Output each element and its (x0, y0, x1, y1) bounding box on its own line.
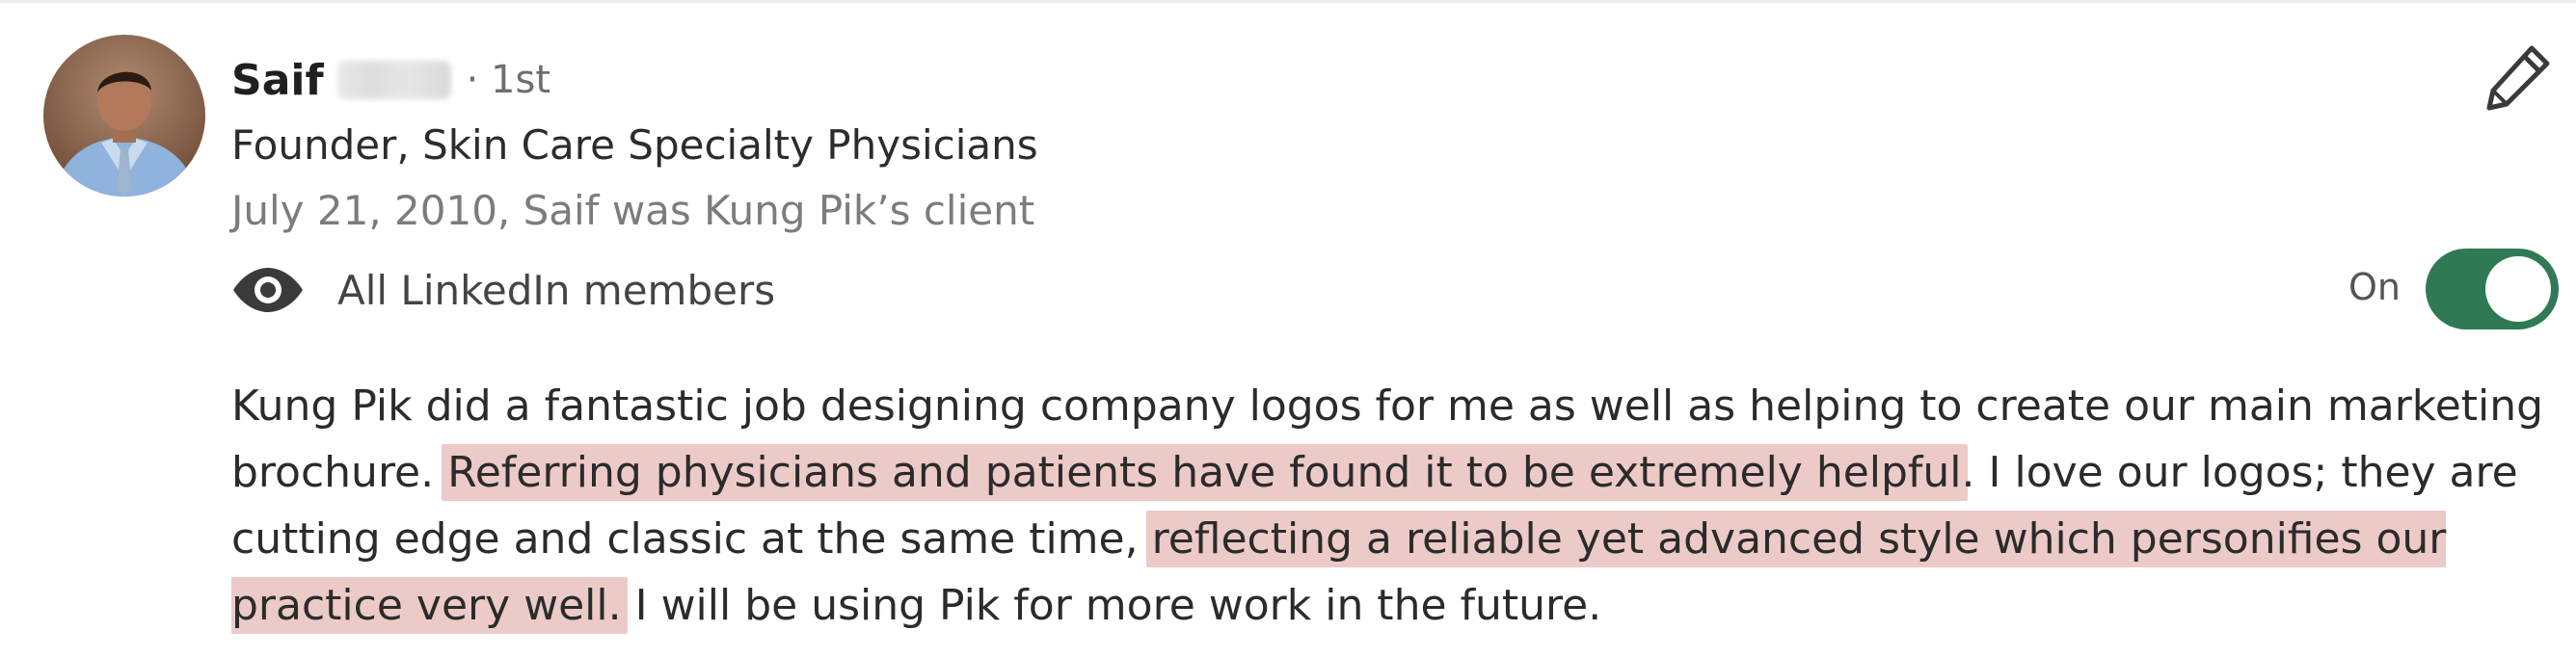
recommendation-segment: I will be using Pik for more work in the… (621, 581, 1602, 630)
recommender-headline: Founder, Skin Care Specialty Physicians (231, 121, 1038, 169)
edit-button[interactable] (2478, 39, 2559, 119)
avatar[interactable] (43, 35, 205, 197)
recommender-first-name[interactable]: Saif (231, 56, 324, 105)
visibility-toggle[interactable] (2426, 249, 2559, 329)
toggle-state-label: On (2348, 266, 2401, 308)
eye-icon (231, 266, 305, 314)
recommender-name-row: Saif · 1st (231, 46, 550, 114)
top-divider (0, 0, 2576, 3)
recommendation-date-relationship: July 21, 2010, Saif was Kung Pik’s clien… (231, 187, 1035, 234)
recommendation-text: Kung Pik did a fantastic job designing c… (231, 373, 2545, 639)
toggle-knob (2485, 256, 2551, 322)
redacted-surname (336, 61, 451, 99)
recommendation-highlight: Referring physicians and patients have f… (442, 444, 1968, 501)
visibility-row: All LinkedIn members (231, 258, 775, 322)
pencil-icon (2483, 42, 2553, 116)
connection-degree: · 1st (466, 58, 551, 102)
visibility-label: All LinkedIn members (337, 266, 776, 314)
